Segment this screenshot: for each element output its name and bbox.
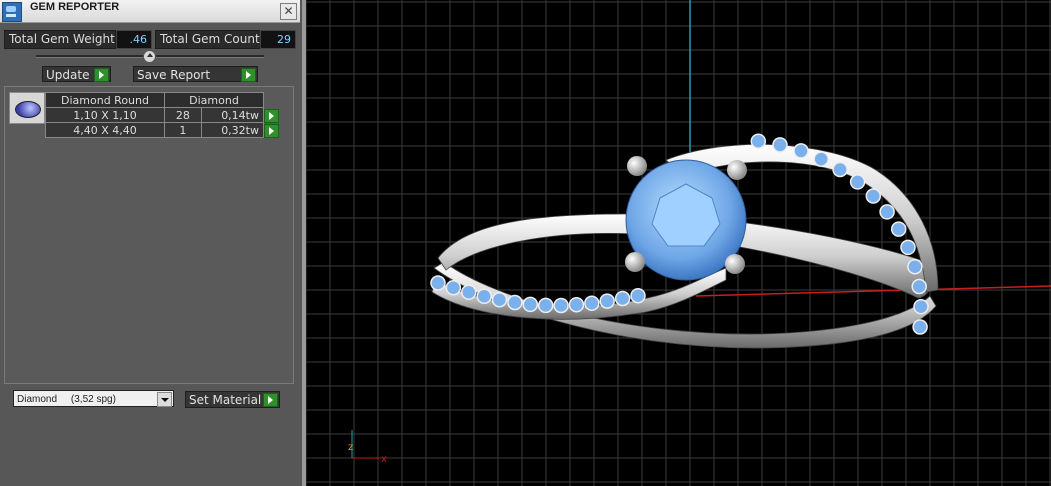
pave-stone: [900, 239, 916, 256]
row-go-button[interactable]: [264, 123, 279, 138]
prong: [727, 160, 747, 180]
play-icon: [263, 393, 278, 407]
gizmo-x-label: x: [381, 454, 387, 465]
set-material-button[interactable]: Set Material: [185, 391, 280, 408]
save-report-button-label: Save Report: [137, 68, 211, 82]
pave-stone: [907, 258, 923, 275]
column-header-shape: Diamond Round: [45, 92, 165, 108]
pave-stone: [879, 204, 895, 220]
gem-table: Diamond Round Diamond 1,10 X 1,10 28 0,1…: [45, 92, 279, 138]
prong: [625, 252, 645, 272]
play-icon: [264, 123, 279, 138]
total-gem-count-value: 29: [260, 30, 296, 49]
pave-stone: [430, 275, 446, 291]
play-icon: [94, 68, 109, 82]
gem-size: 1,10 X 1,10: [45, 107, 165, 123]
update-button[interactable]: Update: [42, 66, 111, 82]
pave-stone: [507, 294, 523, 311]
pave-stone: [849, 174, 866, 190]
material-dropdown[interactable]: Diamond (3,52 spg): [13, 390, 174, 407]
pave-stone: [522, 296, 539, 313]
pave-stone: [584, 295, 600, 311]
table-row: 4,40 X 4,40 1 0,32tw: [45, 122, 279, 138]
pave-stone: [912, 319, 928, 335]
pave-stone: [445, 279, 462, 296]
prong: [725, 254, 745, 274]
column-header-material: Diamond: [164, 92, 264, 108]
pave-stone: [599, 293, 615, 309]
total-gem-weight-value: .46: [116, 30, 152, 49]
gem-weight: 0,32tw: [200, 122, 265, 138]
gem-count: 1: [164, 122, 202, 138]
pave-stone: [913, 298, 929, 315]
pave-stone: [865, 188, 882, 204]
pave-stone: [491, 291, 508, 308]
gem-reporter-panel: GEM REPORTER ✕ Total Gem Weight .46 Tota…: [0, 0, 302, 486]
pave-stone: [537, 297, 554, 314]
total-gem-count-label: Total Gem Count: [155, 30, 261, 49]
play-icon: [241, 68, 256, 82]
3d-viewport[interactable]: z x: [302, 0, 1051, 486]
pave-stone: [630, 287, 646, 304]
play-icon: [264, 108, 279, 123]
gem-reporter-icon: [2, 2, 22, 22]
gem-thumbnail[interactable]: [9, 92, 45, 124]
pave-stone: [476, 288, 492, 305]
pave-stone: [553, 297, 569, 314]
pave-stone: [614, 290, 631, 307]
x-axis-line: [695, 285, 1051, 297]
pave-stone: [832, 161, 848, 178]
set-material-button-label: Set Material: [189, 393, 262, 407]
gizmo-z-label: z: [348, 442, 353, 453]
gem-count: 28: [164, 107, 202, 123]
chevron-down-icon[interactable]: [157, 392, 172, 407]
pave-stone: [772, 137, 788, 153]
diamond-oval-icon: [15, 101, 41, 118]
viewport-canvas: z x: [306, 0, 1051, 486]
row-go-button[interactable]: [264, 108, 279, 123]
update-button-label: Update: [46, 68, 90, 82]
table-row: 1,10 X 1,10 28 0,14tw: [45, 107, 279, 123]
prong: [627, 156, 647, 176]
panel-slider-knob[interactable]: [143, 50, 156, 63]
pave-stone: [793, 143, 809, 159]
title-bar: GEM REPORTER ✕: [0, 0, 300, 23]
save-report-button[interactable]: Save Report: [133, 66, 258, 82]
material-selected-value: Diamond (3,52 spg): [17, 394, 116, 405]
pave-stone: [890, 221, 907, 237]
pave-stone: [911, 278, 927, 295]
pave-stone: [750, 133, 767, 149]
pave-stone: [568, 296, 585, 313]
total-gem-weight-label: Total Gem Weight: [4, 30, 116, 49]
pave-stone: [461, 284, 477, 300]
close-button[interactable]: ✕: [280, 3, 297, 20]
gem-size: 4,40 X 4,40: [45, 122, 165, 138]
gem-weight: 0,14tw: [200, 107, 265, 123]
pave-stone: [813, 151, 829, 167]
window-title: GEM REPORTER: [30, 1, 120, 13]
